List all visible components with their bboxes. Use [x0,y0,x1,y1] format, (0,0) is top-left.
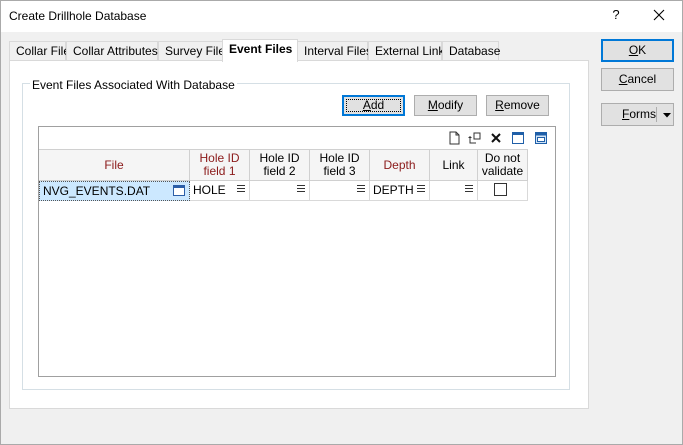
maximize-icon[interactable] [533,130,549,146]
column-header-hole-id-2[interactable]: Hole ID field 2 [250,149,310,181]
remove-label-mnemonic: R [495,98,504,112]
tab-label: Collar File [16,44,71,58]
cell-depth[interactable]: DEPTH [370,181,430,201]
ok-label-post: K [638,43,647,57]
column-header-label: Hole ID field 1 [199,151,240,178]
cell-hole-id-1[interactable]: HOLE [190,181,250,201]
column-header-label: Link [442,157,465,172]
help-button[interactable]: ? [608,7,624,25]
cell-file-value: NVG_EVENTS.DAT [43,184,151,198]
tab-event-files[interactable]: Event Files [222,39,298,62]
insert-row-icon[interactable] [467,130,483,146]
list-icon[interactable] [297,185,305,194]
remove-label-post: emove [503,98,540,112]
cell-hole-id-1-value: HOLE [193,183,226,197]
cell-hole-id-2[interactable] [250,181,310,201]
modify-button[interactable]: Modify [414,95,477,116]
column-header-file[interactable]: File [39,149,190,181]
cancel-label-post: ancel [627,72,657,86]
column-header-label: Do not validate [481,151,524,178]
title-bar: Create Drillhole Database ? [1,1,682,32]
column-header-label: Hole ID field 3 [319,151,360,178]
tab-survey-file[interactable]: Survey File [158,41,226,61]
column-header-depth[interactable]: Depth [370,149,430,181]
list-icon[interactable] [417,185,425,194]
tab-collar-attributes[interactable]: Collar Attributes [66,41,158,61]
do-not-validate-checkbox[interactable] [494,183,507,196]
grid-toolbar [39,127,555,149]
cell-hole-id-3[interactable] [310,181,370,201]
event-files-grid: File Hole ID field 1 Hole ID field 2 Hole … [38,126,556,377]
modify-label-post: odify [437,98,464,112]
column-header-hole-id-1[interactable]: Hole ID field 1 [190,149,250,181]
ok-label-mnemonic: O [628,43,639,57]
tab-label: Collar Attributes [73,44,158,58]
cell-link[interactable] [430,181,478,201]
close-icon [653,9,665,21]
tab-collar-file[interactable]: Collar File [9,41,70,61]
cell-file[interactable]: NVG_EVENTS.DAT [39,181,190,201]
ok-button[interactable]: OK [601,39,674,62]
column-header-label: File [104,157,124,172]
tab-external-link[interactable]: External Link [368,41,445,61]
column-header-link[interactable]: Link [430,149,478,181]
tab-label: Database [449,44,501,58]
column-header-label: Depth [383,157,416,172]
tab-label: Event Files [229,42,293,56]
add-label-mnemonic: A [362,98,371,112]
new-row-icon[interactable] [446,130,462,146]
tab-database[interactable]: Database [442,41,501,61]
tab-interval-files[interactable]: Interval Files [297,41,372,61]
list-icon[interactable] [465,185,473,194]
remove-button[interactable]: Remove [486,95,549,116]
chevron-down-icon [663,113,671,118]
tab-label: Interval Files [304,44,373,58]
cell-depth-value: DEPTH [373,183,414,197]
column-header-do-not-validate[interactable]: Do not validate [478,149,528,181]
forms-button[interactable]: Forms [601,103,674,126]
tab-label: Survey File [165,44,226,58]
column-header-hole-id-3[interactable]: Hole ID field 3 [310,149,370,181]
restore-icon[interactable] [510,130,526,146]
add-label-post: dd [370,98,385,112]
forms-label: Forms [622,107,657,121]
tab-label: External Link [375,44,445,58]
modify-label-mnemonic: M [427,98,438,112]
delete-row-icon[interactable] [488,130,504,146]
add-button[interactable]: Add [342,95,405,116]
create-drillhole-database-dialog: Create Drillhole Database ? Collar File … [0,0,683,445]
group-label: Event Files Associated With Database [30,78,237,92]
column-header-label: Hole ID field 2 [259,151,300,178]
cancel-button[interactable]: Cancel [601,68,674,91]
list-icon[interactable] [357,185,365,194]
close-button[interactable] [646,5,672,27]
split-divider [656,107,657,122]
browse-file-icon[interactable] [173,185,185,196]
list-icon[interactable] [237,185,245,194]
cell-do-not-validate [478,181,528,201]
window-title: Create Drillhole Database [9,9,147,23]
